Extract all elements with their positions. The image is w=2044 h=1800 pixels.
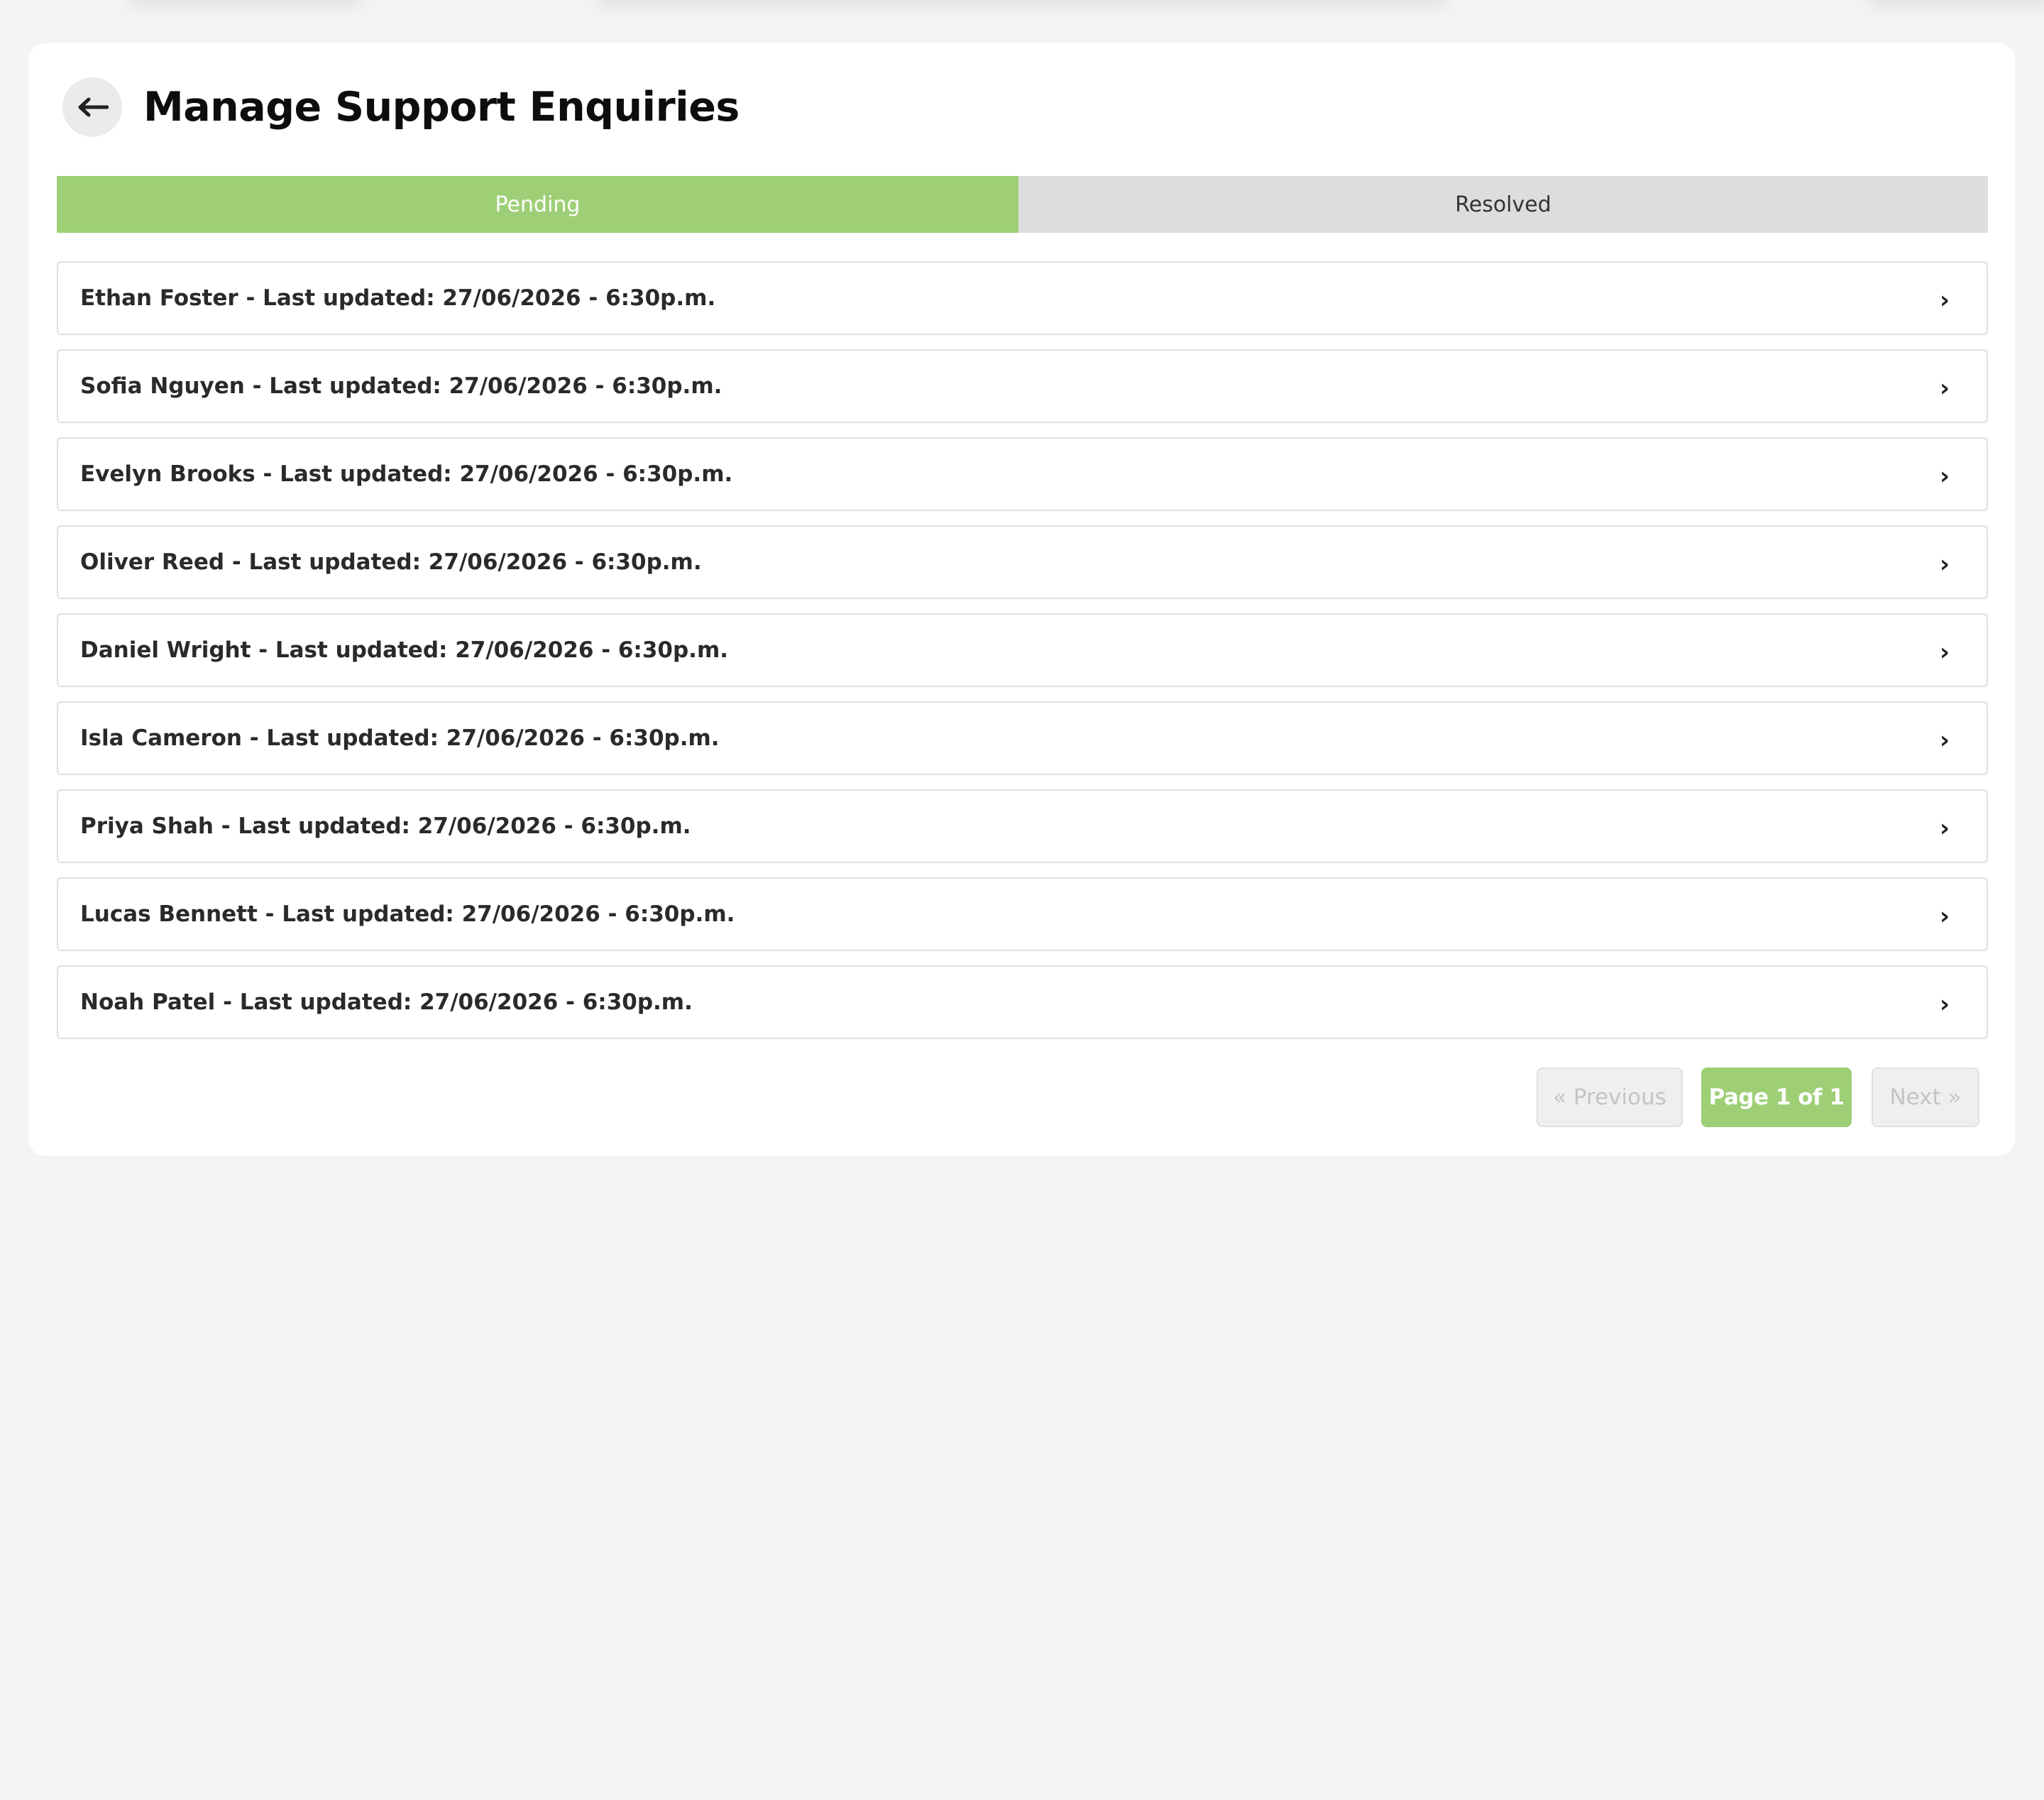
list-item[interactable]: Sofia Nguyen - Last updated: 27/06/2026 …	[57, 349, 1988, 423]
back-button[interactable]	[62, 77, 122, 137]
enquiry-label: Isla Cameron - Last updated: 27/06/2026 …	[80, 725, 720, 751]
enquiry-label: Daniel Wright - Last updated: 27/06/2026…	[80, 637, 729, 663]
enquiry-label: Evelyn Brooks - Last updated: 27/06/2026…	[80, 461, 733, 487]
enquiry-label: Oliver Reed - Last updated: 27/06/2026 -…	[80, 549, 702, 575]
chevron-right-icon: ›	[1939, 990, 1950, 1019]
list-item[interactable]: Daniel Wright - Last updated: 27/06/2026…	[57, 613, 1988, 687]
list-item[interactable]: Lucas Bennett - Last updated: 27/06/2026…	[57, 877, 1988, 951]
chevron-right-icon: ›	[1939, 550, 1950, 579]
enquiry-label: Sofia Nguyen - Last updated: 27/06/2026 …	[80, 373, 722, 399]
enquiry-label: Ethan Foster - Last updated: 27/06/2026 …	[80, 285, 716, 311]
previous-page-button[interactable]: « Previous	[1537, 1068, 1683, 1127]
chevron-right-icon: ›	[1939, 374, 1950, 403]
chevron-right-icon: ›	[1939, 462, 1950, 491]
chevron-right-icon: ›	[1939, 286, 1950, 315]
list-item[interactable]: Evelyn Brooks - Last updated: 27/06/2026…	[57, 437, 1988, 511]
current-page-indicator: Page 1 of 1	[1701, 1068, 1852, 1127]
chevron-right-icon: ›	[1939, 814, 1950, 843]
status-tabs: Pending Resolved	[57, 176, 1988, 233]
next-page-button[interactable]: Next »	[1872, 1068, 1979, 1127]
enquiry-label: Lucas Bennett - Last updated: 27/06/2026…	[80, 901, 735, 927]
chevron-right-icon: ›	[1939, 726, 1950, 755]
enquiry-label: Noah Patel - Last updated: 27/06/2026 - …	[80, 989, 693, 1015]
list-item[interactable]: Priya Shah - Last updated: 27/06/2026 - …	[57, 789, 1988, 863]
page-title: Manage Support Enquiries	[143, 84, 740, 131]
arrow-left-icon	[76, 97, 109, 118]
chevron-right-icon: ›	[1939, 902, 1950, 931]
enquiry-list: Ethan Foster - Last updated: 27/06/2026 …	[57, 261, 1988, 1053]
list-item[interactable]: Isla Cameron - Last updated: 27/06/2026 …	[57, 701, 1988, 775]
pagination: « Previous Page 1 of 1 Next »	[1537, 1068, 1979, 1127]
tab-pending[interactable]: Pending	[57, 176, 1018, 233]
enquiry-label: Priya Shah - Last updated: 27/06/2026 - …	[80, 813, 691, 839]
enquiries-card: Manage Support Enquiries Pending Resolve…	[29, 43, 2015, 1156]
top-shadow-decoration	[0, 0, 2044, 14]
chevron-right-icon: ›	[1939, 638, 1950, 667]
page-header: Manage Support Enquiries	[62, 77, 740, 138]
list-item[interactable]: Ethan Foster - Last updated: 27/06/2026 …	[57, 261, 1988, 335]
list-item[interactable]: Noah Patel - Last updated: 27/06/2026 - …	[57, 965, 1988, 1039]
list-item[interactable]: Oliver Reed - Last updated: 27/06/2026 -…	[57, 525, 1988, 599]
tab-resolved[interactable]: Resolved	[1018, 176, 1988, 233]
